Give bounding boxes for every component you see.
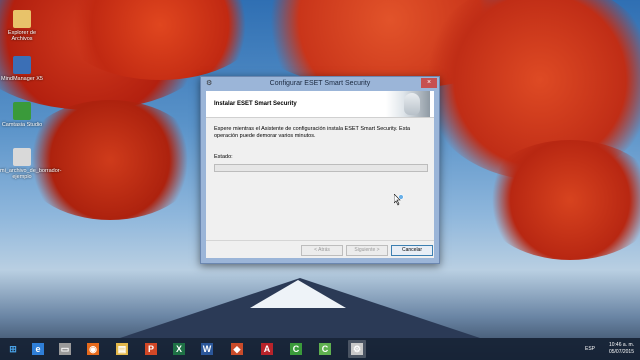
clock[interactable]: 10:46 a. m. 05/07/2015 bbox=[609, 342, 634, 356]
taskbar-item[interactable]: A bbox=[258, 340, 276, 358]
clock-time: 10:46 a. m. bbox=[608, 342, 634, 348]
desktop-icon-mindmanager[interactable]: MindManager X5 bbox=[0, 56, 44, 82]
setup-dialog: ⚙ Configurar ESET Smart Security × Insta… bbox=[200, 76, 440, 264]
windows-start-icon: ⊞ bbox=[9, 344, 17, 354]
clock-date: 05/07/2015 bbox=[608, 349, 634, 355]
next-button[interactable]: Siguiente > bbox=[346, 245, 388, 256]
dialog-client: Instalar ESET Smart Security Espere mien… bbox=[206, 91, 434, 258]
back-button[interactable]: < Atrás bbox=[301, 245, 343, 256]
desktop-icon-label: Camtasia Studio bbox=[1, 122, 43, 128]
footer-separator bbox=[206, 240, 434, 241]
desktop-icon-explorer[interactable]: Explorer de Archivos bbox=[0, 10, 44, 42]
dialog-header: Instalar ESET Smart Security bbox=[206, 91, 434, 118]
taskbar-item[interactable]: P bbox=[142, 340, 160, 358]
taskbar-item[interactable]: W bbox=[198, 340, 216, 358]
powerpoint-icon: P bbox=[145, 343, 157, 355]
eset-setup-icon: ⚙ bbox=[351, 343, 363, 355]
eset-face-icon bbox=[386, 91, 430, 117]
dialog-titlebar[interactable]: ⚙ Configurar ESET Smart Security × bbox=[201, 77, 439, 91]
folder-icon: ▭ bbox=[59, 343, 71, 355]
desktop-background: Explorer de Archivos MindManager X5 Camt… bbox=[0, 0, 640, 360]
taskbar-item[interactable]: ⚙ bbox=[348, 340, 366, 358]
taskbar: ⊞ e ▭ ◉ ▤ P X W ◆ A C C ⚙ ESP 10:46 a. m. 05/07/2015 bbox=[0, 338, 640, 360]
taskbar-item[interactable]: ⊞ bbox=[4, 340, 22, 358]
language-indicator[interactable]: ESP bbox=[585, 346, 595, 352]
app-icon: ◆ bbox=[231, 343, 243, 355]
desktop-icon-camtasia[interactable]: Camtasia Studio bbox=[0, 102, 44, 128]
cancel-button[interactable]: Cancelar bbox=[391, 245, 433, 256]
camtasia-icon bbox=[13, 102, 31, 120]
taskbar-item[interactable]: e bbox=[29, 340, 47, 358]
word-icon: W bbox=[201, 343, 213, 355]
taskbar-item[interactable]: X bbox=[170, 340, 188, 358]
acrobat-icon: A bbox=[261, 343, 273, 355]
dialog-header-title: Instalar ESET Smart Security bbox=[214, 101, 297, 107]
desktop-icon-label: MindManager X5 bbox=[1, 76, 43, 82]
taskbar-item[interactable]: C bbox=[316, 340, 334, 358]
desktop-icon-label: Explorer de Archivos bbox=[7, 30, 37, 42]
explorer-icon: ▤ bbox=[116, 343, 128, 355]
taskbar-item[interactable]: ▭ bbox=[56, 340, 74, 358]
taskbar-item[interactable]: ◉ bbox=[84, 340, 102, 358]
close-button[interactable]: × bbox=[421, 78, 437, 88]
status-label: Estado: bbox=[214, 154, 233, 160]
progress-bar bbox=[214, 164, 428, 172]
desktop-icon-file[interactable]: mi_archivo_de_borrador-ejemplo bbox=[0, 148, 61, 180]
document-icon bbox=[13, 148, 31, 166]
taskbar-item[interactable]: ◆ bbox=[228, 340, 246, 358]
excel-icon: X bbox=[173, 343, 185, 355]
firefox-icon: ◉ bbox=[87, 343, 99, 355]
camtasia-recorder-icon: C bbox=[319, 343, 331, 355]
mountain-snow bbox=[250, 280, 346, 308]
folder-icon bbox=[13, 10, 31, 28]
taskbar-item[interactable]: ▤ bbox=[113, 340, 131, 358]
taskbar-item[interactable]: C bbox=[287, 340, 305, 358]
dialog-title: Configurar ESET Smart Security bbox=[269, 80, 371, 87]
ie-icon: e bbox=[32, 343, 44, 355]
dialog-description: Espere mientras el Asistente de configur… bbox=[214, 126, 411, 139]
mindmanager-icon bbox=[13, 56, 31, 74]
camtasia-icon: C bbox=[290, 343, 302, 355]
busy-cursor-icon bbox=[394, 194, 404, 206]
